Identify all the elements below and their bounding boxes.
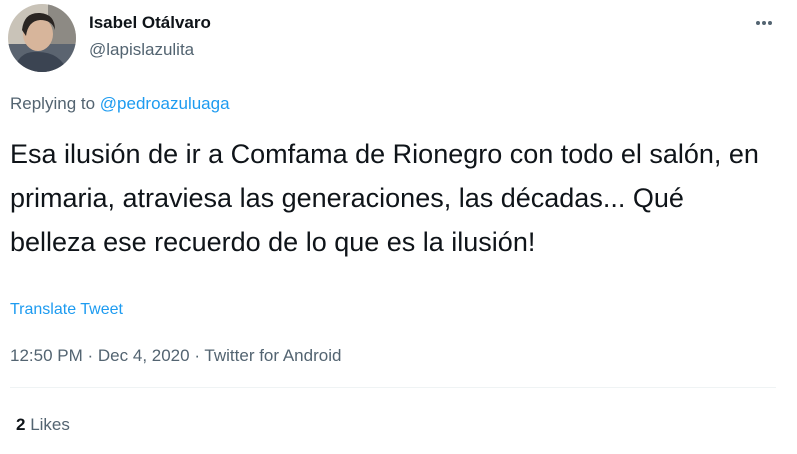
translate-tweet-link[interactable]: Translate Tweet — [10, 301, 123, 319]
more-options-button[interactable] — [749, 8, 779, 38]
likes-label: Likes — [30, 415, 70, 434]
replying-to: Replying to @pedroazuluaga — [10, 94, 230, 114]
divider — [10, 387, 776, 388]
avatar[interactable] — [8, 4, 76, 72]
likes-stat[interactable]: 2 Likes — [16, 415, 70, 435]
likes-count: 2 — [16, 415, 26, 434]
tweet-date[interactable]: Dec 4, 2020 — [98, 346, 190, 365]
replying-to-user-link[interactable]: @pedroazuluaga — [100, 94, 230, 113]
more-dots-icon — [756, 21, 772, 25]
meta-separator: · — [87, 346, 94, 365]
replying-to-label: Replying to — [10, 94, 96, 113]
meta-separator: · — [194, 346, 200, 365]
tweet-text: Esa ilusión de ir a Comfama de Rionegro … — [10, 139, 759, 257]
user-handle[interactable]: @lapislazulita — [89, 40, 194, 60]
user-name[interactable]: Isabel Otálvaro — [89, 13, 211, 33]
tweet-meta: 12:50 PM · Dec 4, 2020 · Twitter for And… — [10, 346, 341, 366]
tweet-time[interactable]: 12:50 PM — [10, 346, 83, 365]
avatar-photo — [8, 4, 76, 72]
tweet-source[interactable]: Twitter for Android — [204, 346, 341, 365]
